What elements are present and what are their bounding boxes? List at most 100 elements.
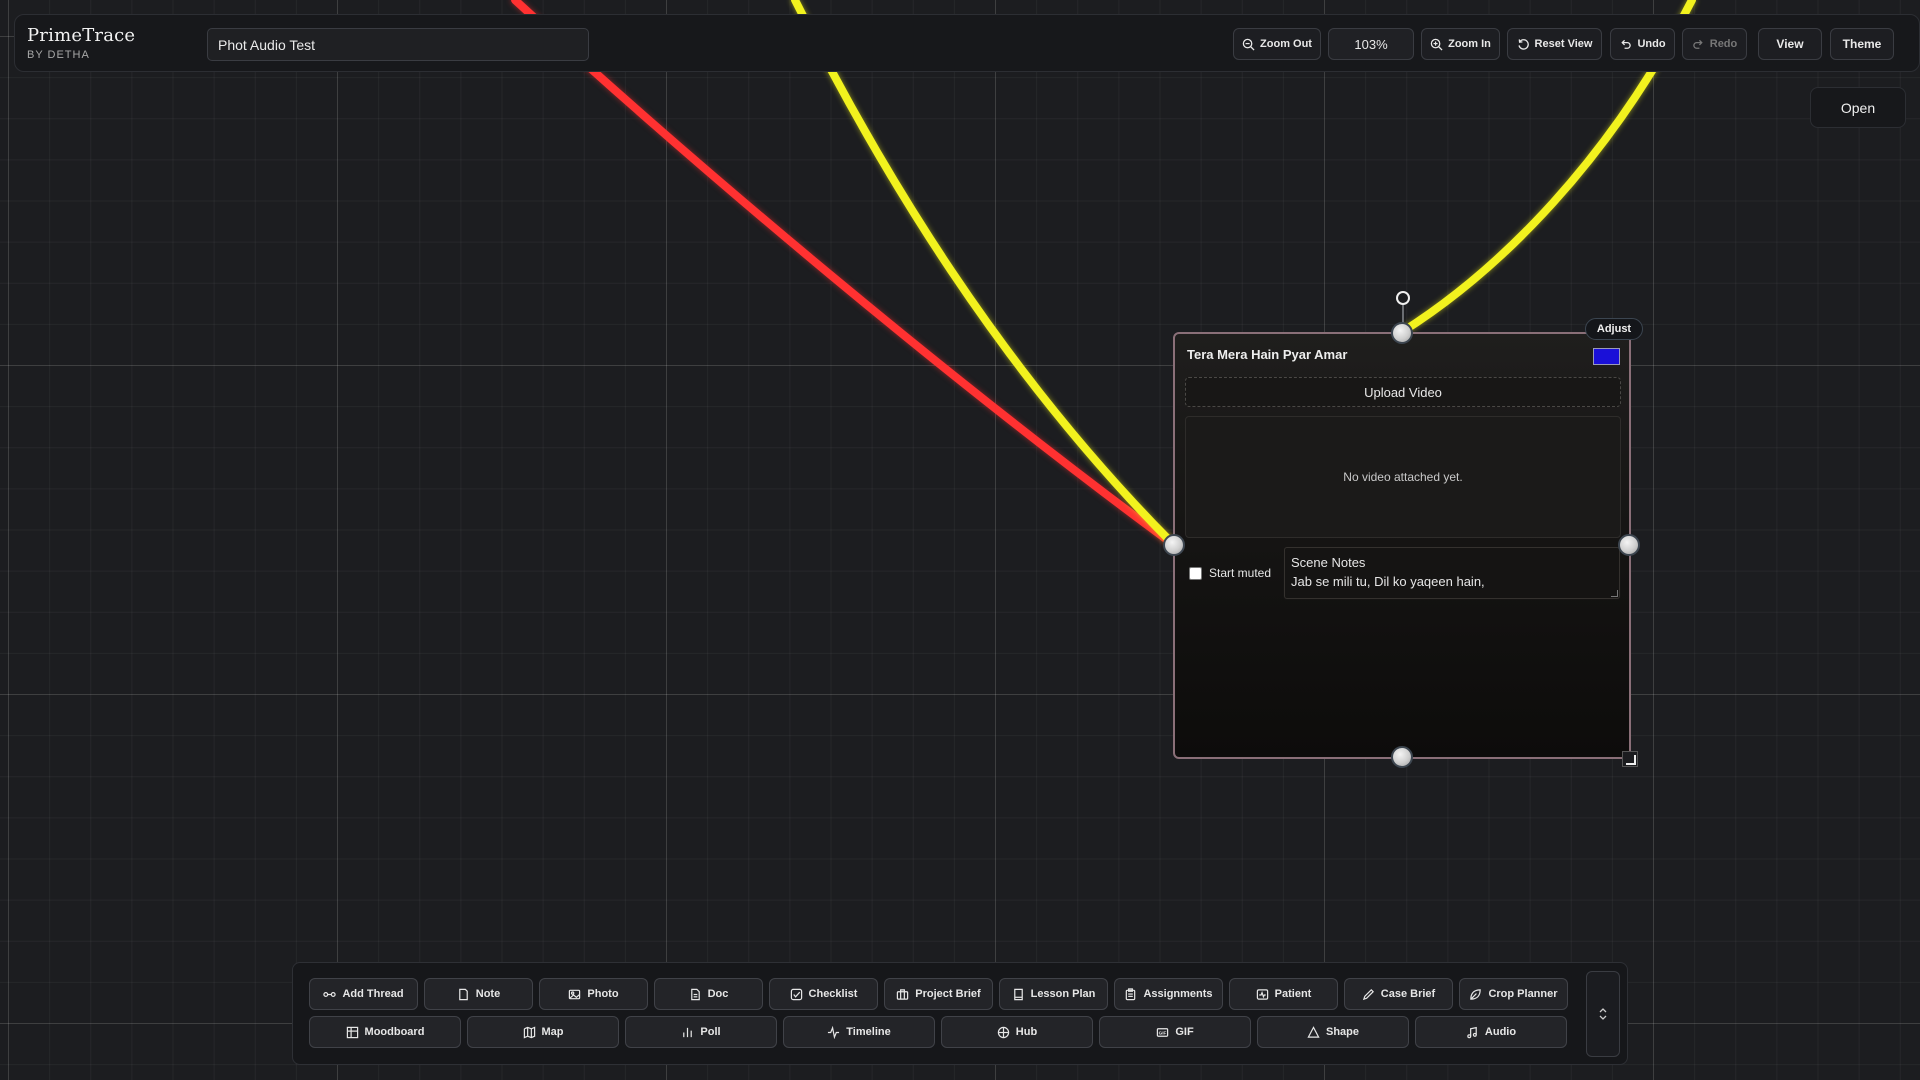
tool-label: Audio xyxy=(1484,1026,1517,1038)
add-lesson-plan-button[interactable]: Lesson Plan xyxy=(999,978,1108,1010)
tool-label: Crop Planner xyxy=(1488,988,1558,1000)
add-doc-button[interactable]: Doc xyxy=(654,978,763,1010)
tool-label: Project Brief xyxy=(915,988,981,1000)
pulse-icon xyxy=(828,1025,840,1039)
textarea-resize-icon xyxy=(1611,590,1618,597)
zoom-out-label: Zoom Out xyxy=(1260,38,1312,50)
video-placeholder: No video attached yet. xyxy=(1185,416,1621,538)
add-crop-planner-button[interactable]: Crop Planner xyxy=(1459,978,1568,1010)
app-byline: BY DETHA xyxy=(27,49,90,61)
add-gif-button[interactable]: GIF GIF xyxy=(1099,1016,1251,1048)
reset-view-button[interactable]: Reset View xyxy=(1507,28,1602,60)
rotate-handle[interactable] xyxy=(1396,291,1410,305)
tool-label: Note xyxy=(475,988,501,1000)
connector-handle-bottom[interactable] xyxy=(1391,746,1413,768)
red-thread[interactable] xyxy=(511,0,1178,549)
add-audio-button[interactable]: Audio xyxy=(1415,1016,1567,1048)
thread-icon xyxy=(323,991,337,997)
add-case-brief-button[interactable]: Case Brief xyxy=(1344,978,1453,1010)
resize-corner-handle[interactable] xyxy=(1622,751,1638,767)
triangle-icon xyxy=(1307,1025,1320,1038)
add-note-button[interactable]: Note xyxy=(424,978,533,1010)
add-patient-button[interactable]: Patient xyxy=(1229,978,1338,1010)
connector-handle-top[interactable] xyxy=(1391,322,1413,344)
add-add-thread-button[interactable]: Add Thread xyxy=(309,978,418,1010)
zoom-level: 103% xyxy=(1328,28,1414,60)
tool-label: Lesson Plan xyxy=(1030,988,1096,1000)
photo-icon xyxy=(569,989,581,999)
add-assignments-button[interactable]: Assignments xyxy=(1114,978,1223,1010)
music-icon xyxy=(1467,1026,1477,1038)
connector-handle-right[interactable] xyxy=(1618,534,1640,556)
add-timeline-button[interactable]: Timeline xyxy=(783,1016,935,1048)
book-icon xyxy=(1013,988,1023,1000)
start-muted-row: Start muted xyxy=(1189,566,1271,580)
undo-label: Undo xyxy=(1637,38,1666,50)
patient-icon xyxy=(1256,988,1268,1000)
toolbar-row-2: Moodboard Map Poll Timeline Hub GIF GIF Shape Au… xyxy=(309,1016,1567,1048)
toolbar-row-1: Add Thread Note Photo Doc Checklist Project B… xyxy=(309,978,1568,1010)
tool-label: Add Thread xyxy=(342,988,404,1000)
video-node[interactable]: Tera Mera Hain Pyar Amar Upload Video No… xyxy=(1173,332,1631,759)
notes-text: Jab se mili tu, Dil ko yaqeen hain, xyxy=(1291,574,1485,589)
tool-label: Moodboard xyxy=(364,1026,425,1038)
note-icon xyxy=(458,988,468,1000)
view-button[interactable]: View xyxy=(1758,28,1822,60)
start-muted-checkbox[interactable] xyxy=(1189,566,1202,580)
tool-label: Photo xyxy=(587,988,619,1000)
zoom-out-icon xyxy=(1242,38,1255,51)
theme-button[interactable]: Theme xyxy=(1830,28,1894,60)
yellow-thread-left[interactable] xyxy=(791,0,1178,549)
chevron-updown-icon xyxy=(1599,1008,1607,1020)
tool-label: Patient xyxy=(1274,988,1312,1000)
briefcase-icon xyxy=(897,988,909,1000)
color-swatch[interactable] xyxy=(1593,348,1620,365)
node-title: Tera Mera Hain Pyar Amar xyxy=(1187,347,1348,362)
reset-view-label: Reset View xyxy=(1534,38,1593,50)
upload-video-button[interactable]: Upload Video xyxy=(1185,377,1621,407)
reset-icon xyxy=(1517,38,1529,50)
tool-label: Checklist xyxy=(808,988,858,1000)
notes-heading: Scene Notes xyxy=(1291,555,1366,570)
bar-chart-icon xyxy=(683,1027,693,1037)
board-title-input[interactable] xyxy=(207,28,589,61)
pen-icon xyxy=(1362,988,1374,1000)
tool-label: Timeline xyxy=(846,1026,891,1038)
connector-handle-left[interactable] xyxy=(1163,534,1185,556)
zoom-in-icon xyxy=(1430,38,1443,51)
zoom-in-button[interactable]: Zoom In xyxy=(1421,28,1500,60)
zoom-in-label: Zoom In xyxy=(1448,38,1491,50)
add-map-button[interactable]: Map xyxy=(467,1016,619,1048)
app-name: PrimeTrace xyxy=(27,25,136,46)
tool-label: Assignments xyxy=(1143,988,1213,1000)
redo-button[interactable]: Redo xyxy=(1682,28,1747,60)
scene-notes-textarea[interactable]: Scene Notes Jab se mili tu, Dil ko yaqee… xyxy=(1283,546,1621,600)
add-project-brief-button[interactable]: Project Brief xyxy=(884,978,993,1010)
start-muted-label: Start muted xyxy=(1209,566,1272,580)
add-photo-button[interactable]: Photo xyxy=(539,978,648,1010)
zoom-out-button[interactable]: Zoom Out xyxy=(1233,28,1321,60)
tool-label: Map xyxy=(541,1026,564,1038)
node-toolbar: Add Thread Note Photo Doc Checklist Project B… xyxy=(292,962,1628,1065)
tool-label: Case Brief xyxy=(1380,988,1436,1000)
tool-label: GIF xyxy=(1175,1026,1194,1038)
redo-icon xyxy=(1693,39,1703,49)
undo-icon xyxy=(1621,39,1632,49)
add-moodboard-button[interactable]: Moodboard xyxy=(309,1016,461,1048)
add-checklist-button[interactable]: Checklist xyxy=(769,978,878,1010)
add-poll-button[interactable]: Poll xyxy=(625,1016,777,1048)
add-shape-button[interactable]: Shape xyxy=(1257,1016,1409,1048)
brand: PrimeTrace BY DETHA xyxy=(27,25,135,61)
leaf-icon xyxy=(1470,988,1482,1000)
top-bar: PrimeTrace BY DETHA Zoom Out 103% Zoom I… xyxy=(14,14,1920,72)
toolbar-toggle-button[interactable] xyxy=(1586,971,1620,1057)
doc-icon xyxy=(690,988,700,1000)
map-icon xyxy=(523,1025,535,1039)
undo-button[interactable]: Undo xyxy=(1610,28,1675,60)
gif-icon: GIF xyxy=(1157,1027,1169,1037)
add-hub-button[interactable]: Hub xyxy=(941,1016,1093,1048)
hub-icon xyxy=(997,1026,1010,1038)
open-button[interactable]: Open xyxy=(1810,87,1906,128)
adjust-button[interactable]: Adjust xyxy=(1585,318,1643,340)
checklist-icon xyxy=(790,988,802,1000)
